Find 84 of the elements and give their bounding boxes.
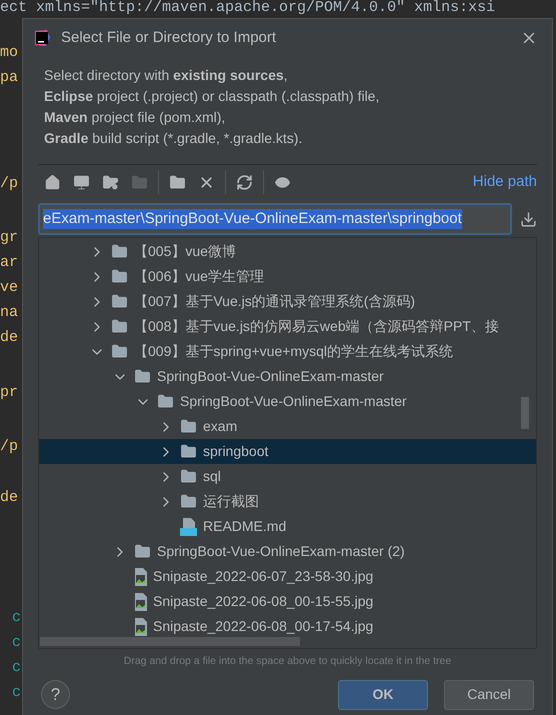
tree-item[interactable]: Snipaste_2022-06-08_00-15-55.jpg xyxy=(39,589,536,614)
folder-icon xyxy=(102,174,119,190)
description-text: Eclipse project (.project) or classpath (.classpath) file, xyxy=(44,87,380,106)
tree-item[interactable]: SpringBoot-Vue-OnlineExam-master xyxy=(39,389,536,414)
tree-item-label: 【007】基于Vue.js的通讯录管理系统(含源码) xyxy=(134,292,416,311)
path-field[interactable]: eExam-master\SpringBoot-Vue-OnlineExam-master\springboot xyxy=(38,203,512,235)
image-file-icon xyxy=(134,618,147,636)
code-fragment: gr xyxy=(0,229,18,247)
tree-item-label: Snipaste_2022-06-08_00-15-55.jpg xyxy=(153,592,374,611)
tree-item[interactable]: springboot xyxy=(39,439,536,464)
folder-icon xyxy=(180,468,197,485)
tree-item[interactable]: 【008】基于vue.js的仿网易云web端（含源码答辩PPT、接 xyxy=(39,314,536,339)
tree-item-label: springboot xyxy=(203,442,268,461)
code-fragment: c xyxy=(12,634,22,652)
tree-item-label: 【006】vue学生管理 xyxy=(134,267,264,286)
folder-icon xyxy=(157,393,174,410)
description-text: Gradle build script (*.gradle, *.gradle.kts). xyxy=(44,129,304,148)
refresh-icon xyxy=(236,174,253,190)
tree-item-label: 运行截图 xyxy=(203,492,259,511)
tree-item-label: Snipaste_2022-06-07_23-58-30.jpg xyxy=(153,567,374,586)
tree-item-label: 【008】基于vue.js的仿网易云web端（含源码答辩PPT、接 xyxy=(134,317,499,336)
tree-item[interactable]: exam xyxy=(39,414,536,439)
tree-item-label: SpringBoot-Vue-OnlineExam-master xyxy=(157,367,384,386)
tree-item[interactable]: 【009】基于spring+vue+mysql的学生在线考试系统 xyxy=(39,339,536,364)
code-fragment: c xyxy=(12,609,22,627)
tree-item[interactable]: 运行截图 xyxy=(39,489,536,514)
code-fragment: c xyxy=(12,684,22,702)
code-fragment: pa xyxy=(0,69,18,87)
tree-item[interactable]: Snipaste_2022-06-07_23-58-30.jpg xyxy=(39,564,536,589)
folder-icon xyxy=(111,293,128,310)
folder-icon xyxy=(111,243,128,260)
tree-item[interactable]: 【006】vue学生管理 xyxy=(39,264,536,289)
code-fragment: pr xyxy=(0,384,18,402)
tree-item-label: SpringBoot-Vue-OnlineExam-master xyxy=(180,392,407,411)
vertical-scrollbar[interactable] xyxy=(521,397,529,429)
code-fragment: mo xyxy=(0,44,18,62)
tree-item[interactable]: Snipaste_2022-06-08_00-17-54.jpg xyxy=(39,614,536,639)
horizontal-scrollbar[interactable] xyxy=(40,637,300,646)
code-fragment: c xyxy=(12,659,22,677)
dialog-title: Select File or Directory to Import xyxy=(61,28,278,48)
help-button[interactable]: ? xyxy=(41,680,70,710)
image-file-icon xyxy=(134,568,147,586)
hide-path-link[interactable]: Hide path xyxy=(472,170,537,194)
code-line: ect xmlns="http://maven.apache.org/POM/4.0.0" xmlns:xsi xyxy=(0,0,496,16)
description-text: Maven project file (pom.xml), xyxy=(44,108,226,127)
image-file-icon xyxy=(134,592,147,610)
tree-item-label: 【005】vue微博 xyxy=(134,242,236,261)
tree-item[interactable]: README.md xyxy=(39,514,536,539)
tree-item-label: SpringBoot-Vue-OnlineExam-master (2) xyxy=(157,542,405,561)
tree-item[interactable]: sql xyxy=(39,464,536,489)
tree-item-label: Snipaste_2022-06-08_00-17-54.jpg xyxy=(153,617,374,636)
folder-icon xyxy=(111,318,128,335)
home-icon xyxy=(44,174,61,190)
folder-icon xyxy=(180,418,197,435)
folder-icon xyxy=(111,268,128,285)
code-fragment: na xyxy=(0,304,18,322)
folder-icon xyxy=(134,543,151,560)
markdown-file-icon xyxy=(180,518,197,536)
code-fragment: de xyxy=(0,329,18,347)
tree-item-label: 【009】基于spring+vue+mysql的学生在线考试系统 xyxy=(134,342,453,361)
ok-button[interactable]: OK xyxy=(338,680,428,710)
tree-item[interactable]: SpringBoot-Vue-OnlineExam-master xyxy=(39,364,536,389)
code-fragment: /p xyxy=(0,438,18,456)
folder-icon xyxy=(131,174,148,190)
cancel-button[interactable]: Cancel xyxy=(444,680,534,710)
tree-item[interactable]: 【005】vue微博 xyxy=(39,239,536,264)
folder-icon xyxy=(111,343,128,360)
folder-icon xyxy=(180,443,197,460)
hint-text: Drag and drop a file into the space above to quickly locate it in the tree xyxy=(122,654,452,669)
tree-item[interactable]: SpringBoot-Vue-OnlineExam-master (2) xyxy=(39,539,536,564)
tree-item-label: exam xyxy=(203,417,238,436)
tree-item-label: README.md xyxy=(203,517,286,536)
monitor-icon xyxy=(73,174,90,190)
tree-item[interactable]: 【007】基于Vue.js的通讯录管理系统(含源码) xyxy=(39,289,536,314)
code-fragment: ar xyxy=(0,254,18,272)
tree-item-label: sql xyxy=(203,467,221,486)
code-fragment: ve xyxy=(0,279,18,297)
code-fragment: de xyxy=(0,489,18,507)
code-fragment: /p xyxy=(0,175,18,193)
description-text: Select directory with existing sources, xyxy=(44,66,289,85)
download-icon[interactable] xyxy=(520,210,537,228)
folder-icon xyxy=(180,493,197,510)
app-logo-icon xyxy=(33,29,51,47)
folder-icon xyxy=(134,368,151,385)
